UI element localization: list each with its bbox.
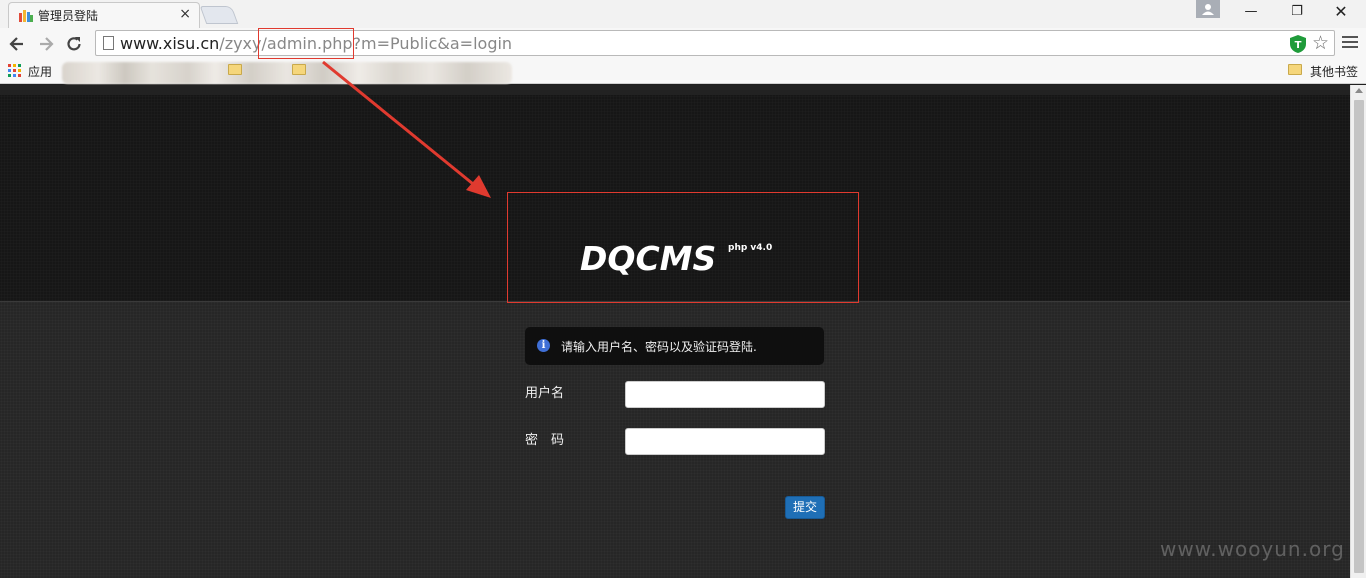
menu-icon[interactable] (1342, 36, 1358, 50)
page-scrollbar[interactable] (1350, 85, 1366, 578)
browser-toolbar: www.xisu.cn/zyxy/admin.php?m=Public&a=lo… (0, 28, 1366, 58)
username-label: 用户名 (525, 386, 565, 401)
maximize-button[interactable]: ❐ (1274, 0, 1320, 24)
watermark: www.wooyun.org (1160, 537, 1345, 561)
shield-extension-icon[interactable]: T (1290, 35, 1306, 53)
url-highlight-box (258, 28, 354, 59)
blurred-bookmarks (62, 62, 512, 84)
folder-icon (1288, 64, 1302, 75)
tab-close-button[interactable]: × (179, 6, 191, 22)
tab-title: 管理员登陆 (38, 9, 99, 23)
close-window-button[interactable]: ✕ (1318, 0, 1364, 24)
page-content: DQCMS php v4.0 i 请输入用户名、密码以及验证码登陆. 用户名 密… (0, 85, 1350, 578)
folder-icon[interactable] (228, 64, 242, 75)
logo-highlight-box: DQCMS php v4.0 (507, 192, 859, 303)
star-icon[interactable]: ☆ (1312, 33, 1329, 53)
password-input[interactable] (625, 428, 825, 455)
url-host: www.xisu.cn (120, 34, 220, 53)
username-input[interactable] (625, 381, 825, 408)
apps-grid-icon[interactable] (8, 64, 22, 78)
title-bar: 管理员登陆 × — ❐ ✕ (0, 0, 1366, 28)
folder-icon[interactable] (292, 64, 306, 75)
profile-button[interactable] (1196, 0, 1220, 18)
other-bookmarks-label: 其他书签 (1310, 65, 1359, 79)
info-message: 请输入用户名、密码以及验证码登陆. (561, 340, 757, 354)
submit-button[interactable]: 提交 (785, 496, 825, 519)
svg-text:T: T (1295, 40, 1302, 51)
reload-icon[interactable] (64, 34, 84, 54)
profile-icon (1202, 4, 1214, 15)
back-arrow-icon[interactable] (7, 34, 27, 54)
forward-arrow-icon[interactable] (36, 34, 56, 54)
scroll-thumb[interactable] (1354, 100, 1364, 573)
password-label: 密 码 (525, 433, 565, 448)
info-message-box: i 请输入用户名、密码以及验证码登陆. (525, 327, 824, 365)
apps-label[interactable]: 应用 (28, 63, 52, 80)
bookmarks-bar: 应用 其他书签 (0, 58, 1366, 84)
dqcms-logo: DQCMS (580, 239, 717, 278)
page-icon (103, 36, 114, 50)
info-icon: i (537, 339, 550, 352)
scroll-up-arrow[interactable] (1355, 88, 1363, 93)
minimize-button[interactable]: — (1228, 0, 1274, 24)
top-strip (0, 85, 1350, 95)
logo-version: php v4.0 (728, 243, 773, 253)
favicon-icon (19, 10, 33, 22)
browser-tab[interactable]: 管理员登陆 × (8, 2, 200, 28)
new-tab-button[interactable] (199, 6, 239, 24)
